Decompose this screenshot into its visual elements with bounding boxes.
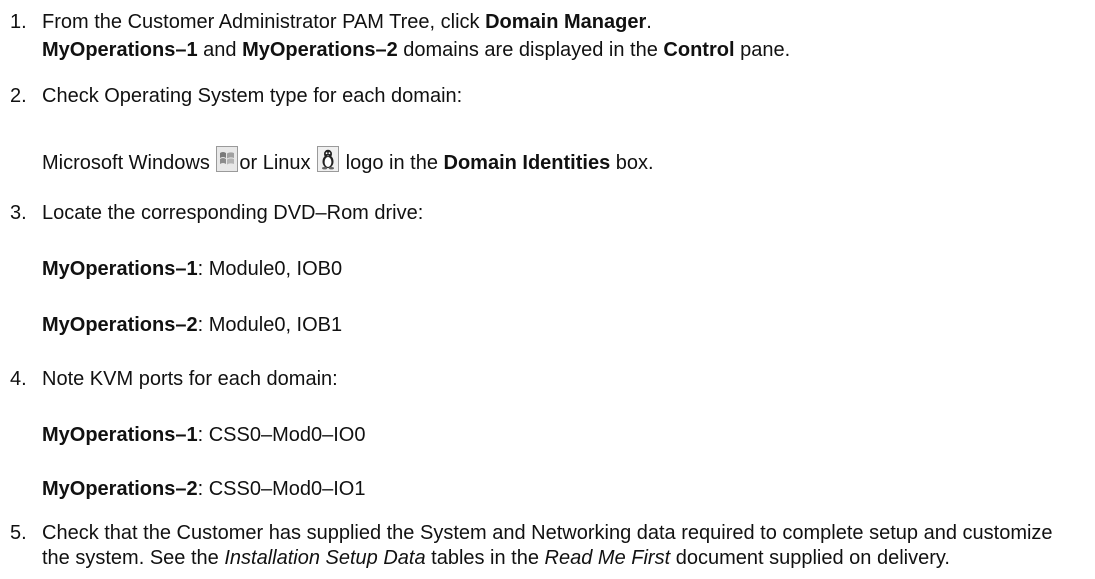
dvd-entry-value: : Module0, IOB1 xyxy=(197,314,343,336)
kvm-entry-domain-name: MyOperations–2 xyxy=(42,478,198,500)
step-1-and: and xyxy=(197,39,243,61)
dvd-entry-domain-name: MyOperations–1 xyxy=(42,258,198,280)
domain-name-1: MyOperations–1 xyxy=(42,39,198,61)
step-2-box-text: box. xyxy=(610,152,654,174)
windows-logo-icon xyxy=(216,146,239,172)
step-3-entry-1: MyOperations–1: Module0, IOB0 xyxy=(42,257,342,281)
step-2-line-2: Microsoft Windows or Linux logo in the D… xyxy=(42,146,654,175)
step-2-line-1: Check Operating System type for each dom… xyxy=(42,85,463,107)
step-5-text-2: tables in the xyxy=(425,547,545,569)
step-5-number: 5. xyxy=(10,522,27,544)
step-1-text: From the Customer Administrator PAM Tree… xyxy=(42,11,486,33)
step-3-entry-2: MyOperations–2: Module0, IOB1 xyxy=(42,313,342,337)
kvm-entry-value: : CSS0–Mod0–IO0 xyxy=(197,424,366,446)
step-4-entry-2: MyOperations–2: CSS0–Mod0–IO1 xyxy=(42,477,365,501)
kvm-entry-value: : CSS0–Mod0–IO1 xyxy=(197,478,366,500)
step-1-displayed-text: domains are displayed in the xyxy=(397,39,664,61)
domain-identities-label: Domain Identities xyxy=(443,152,611,174)
step-1-line-2: MyOperations–1 and MyOperations–2 domain… xyxy=(42,38,790,62)
step-4-line-1: Note KVM ports for each domain: xyxy=(42,368,338,390)
control-pane-label: Control xyxy=(663,39,735,61)
read-me-first-ref: Read Me First xyxy=(544,547,671,569)
kvm-entry-domain-name: MyOperations–1 xyxy=(42,424,198,446)
domain-name-2: MyOperations–2 xyxy=(242,39,398,61)
step-4-entry-1: MyOperations–1: CSS0–Mod0–IO0 xyxy=(42,423,365,447)
step-1-period: . xyxy=(646,11,652,33)
step-2-windows-text: Microsoft Windows xyxy=(42,152,216,174)
step-1-pane-text: pane. xyxy=(734,39,791,61)
domain-manager-label: Domain Manager xyxy=(485,11,647,33)
step-1-number: 1. xyxy=(10,11,27,33)
step-1-line-1: From the Customer Administrator PAM Tree… xyxy=(42,10,652,34)
step-5-text-3: document supplied on delivery. xyxy=(670,547,950,569)
dvd-entry-domain-name: MyOperations–2 xyxy=(42,314,198,336)
step-2-logo-in-text: logo in the xyxy=(340,152,444,174)
step-5-paragraph: Check that the Customer has supplied the… xyxy=(42,521,1082,571)
linux-tux-logo-icon xyxy=(317,146,340,172)
step-3-line-1: Locate the corresponding DVD–Rom drive: xyxy=(42,202,424,224)
dvd-entry-value: : Module0, IOB0 xyxy=(197,258,343,280)
installation-setup-data-ref: Installation Setup Data xyxy=(224,547,426,569)
step-2-number: 2. xyxy=(10,85,27,107)
step-3-number: 3. xyxy=(10,202,27,224)
step-4-number: 4. xyxy=(10,368,27,390)
step-2-or-linux-text: or Linux xyxy=(239,152,317,174)
